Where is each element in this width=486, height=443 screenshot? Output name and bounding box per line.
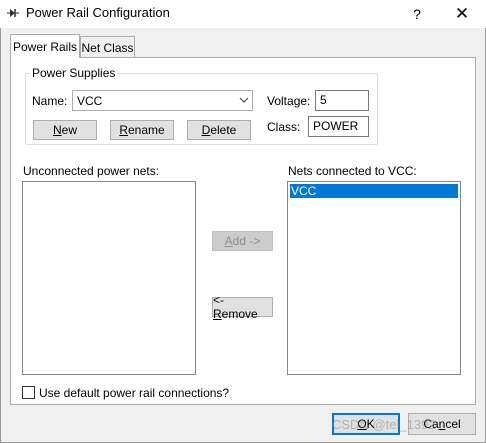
remove-button[interactable]: <- Remove [212, 293, 273, 321]
default-connections-checkbox[interactable] [22, 386, 35, 399]
tab-label: Power Rails [12, 39, 78, 54]
tab-power-rails[interactable]: Power Rails [10, 34, 80, 58]
unconnected-nets-list[interactable] [22, 181, 196, 375]
voltage-label: Voltage: [267, 94, 311, 108]
button-label: New [52, 123, 77, 137]
default-connections-label: Use default power rail connections? [39, 386, 230, 400]
button-label: Delete [201, 123, 237, 137]
button-label: <- Remove [213, 293, 258, 321]
app-icon [6, 6, 20, 20]
chevron-down-icon [239, 97, 249, 103]
list-item[interactable]: VCC [290, 184, 458, 198]
delete-button[interactable]: Delete [187, 120, 251, 140]
voltage-field[interactable]: 5 [315, 90, 369, 111]
connected-nets-label: Nets connected to VCC: [288, 164, 417, 178]
class-field[interactable]: POWER [308, 116, 369, 137]
button-label: Add -> [224, 234, 261, 248]
name-label: Name: [32, 94, 68, 108]
add-button[interactable]: Add -> [212, 231, 273, 251]
tab-label: Net Class [81, 40, 134, 55]
connected-nets-list[interactable]: VCC [287, 181, 461, 375]
unconnected-nets-label: Unconnected power nets: [23, 164, 160, 178]
rename-button[interactable]: Rename [110, 120, 174, 140]
window-title: Power Rail Configuration [26, 5, 170, 20]
new-button[interactable]: New [33, 120, 97, 140]
name-select[interactable]: VCC [72, 90, 253, 111]
tab-net-class[interactable]: Net Class [80, 36, 135, 58]
group-legend: Power Supplies [30, 66, 118, 80]
voltage-value: 5 [320, 93, 327, 107]
help-button[interactable]: ? [399, 0, 435, 28]
title-bar: Power Rail Configuration ? ✕ [0, 0, 486, 28]
watermark-text: CSDN @tel_1392 [332, 417, 436, 432]
button-label: Rename [119, 123, 165, 137]
close-button[interactable]: ✕ [442, 0, 482, 28]
class-label: Class: [267, 120, 301, 134]
class-value: POWER [313, 119, 359, 133]
name-select-value: VCC [77, 94, 103, 108]
